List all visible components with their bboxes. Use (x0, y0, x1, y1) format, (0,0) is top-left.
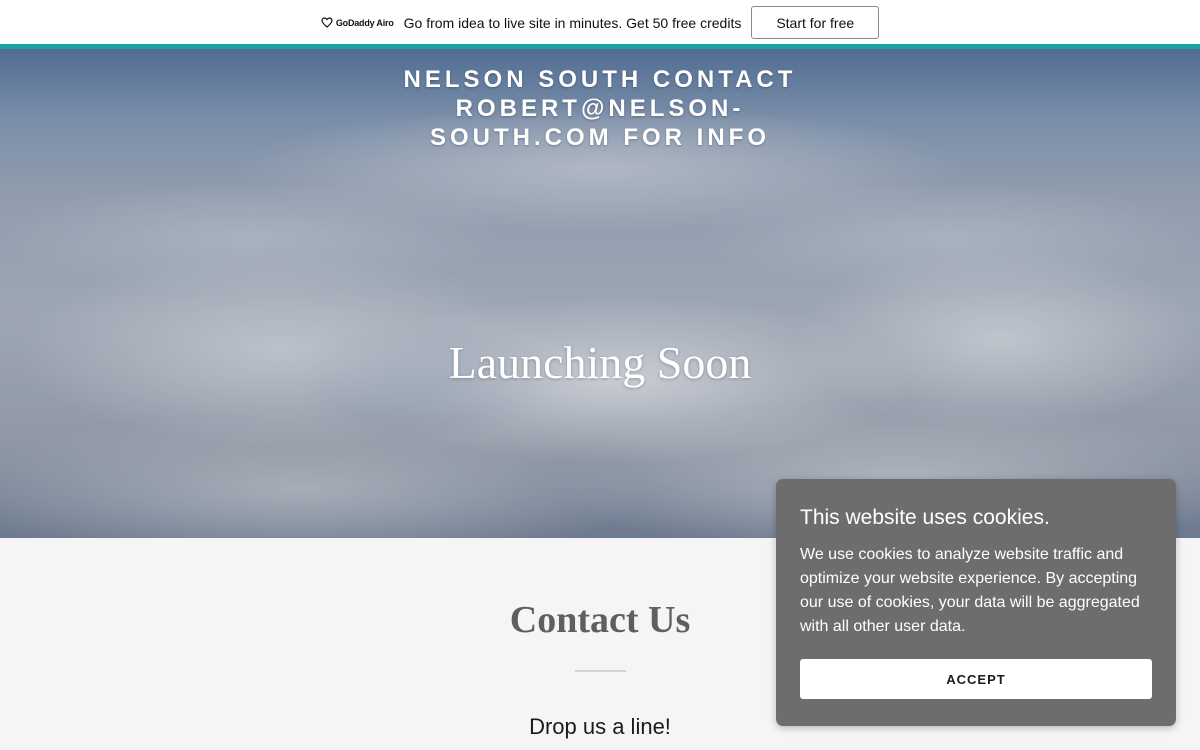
promo-message: Go from idea to live site in minutes. Ge… (403, 14, 742, 31)
cookie-consent-dialog: This website uses cookies. We use cookie… (776, 479, 1176, 726)
logo-text: GoDaddy Airo (335, 17, 394, 28)
godaddy-airo-logo: GoDaddy Airo (321, 17, 394, 28)
cookie-title: This website uses cookies. (800, 506, 1050, 529)
site-title: NELSON SOUTH CONTACT ROBERT@NELSON-SOUTH… (403, 66, 797, 151)
godaddy-logo-icon (321, 17, 333, 28)
contact-divider (575, 670, 626, 672)
hero-section: NELSON SOUTH CONTACT ROBERT@NELSON-SOUTH… (0, 49, 1200, 538)
accept-cookies-button[interactable]: ACCEPT (800, 659, 1152, 699)
contact-subtitle: Drop us a line! (529, 714, 671, 739)
cookie-body: We use cookies to analyze website traffi… (800, 546, 1140, 635)
hero-headline: Launching Soon (448, 337, 752, 388)
start-for-free-button[interactable]: Start for free (751, 6, 880, 39)
contact-title: Contact Us (509, 599, 691, 641)
promo-bar: GoDaddy Airo Go from idea to live site i… (0, 0, 1200, 45)
